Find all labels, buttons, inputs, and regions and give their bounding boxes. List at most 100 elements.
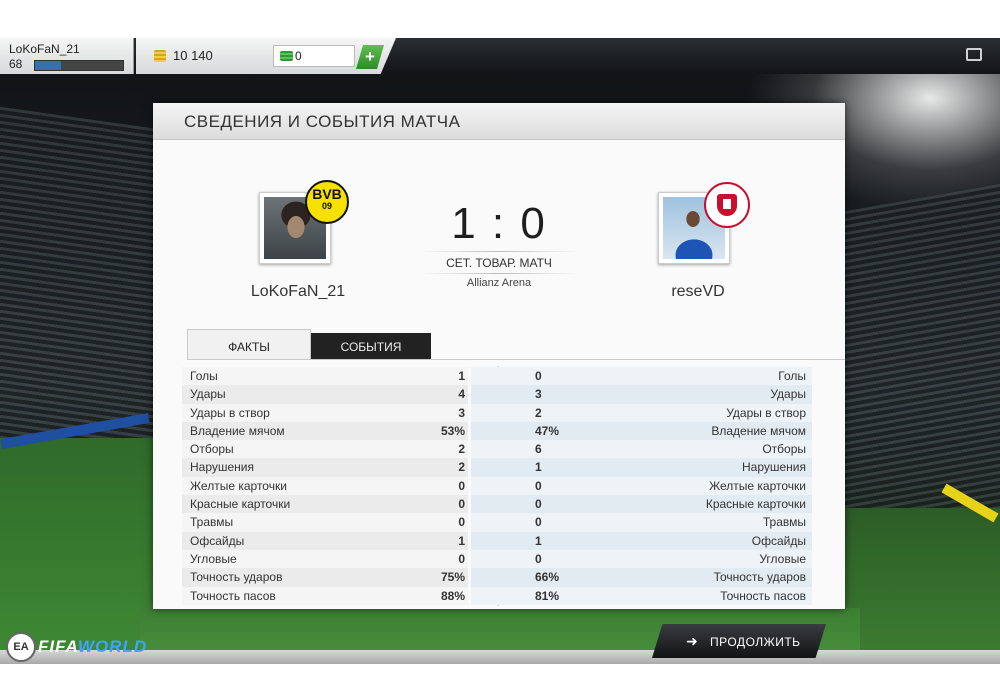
stat-label-away: Отборы [762,442,806,457]
stat-label-away: Точность пасов [720,588,806,603]
stat-label-away: Владение мячом [711,423,806,438]
divider [421,273,577,274]
stat-value-away: 66% [535,570,560,585]
fifa-world-logo: FIFAWORLD [38,637,147,657]
match-facts-panel: СВЕДЕНИЯ И СОБЫТИЯ МАТЧА BVB 09 LoKoFaN_2… [153,103,845,609]
player-info[interactable]: LoKoFaN_21 68 [0,38,134,74]
stat-value-away: 1 [535,533,542,548]
stat-label-away: Офсайды [751,533,806,548]
stat-value-away: 0 [535,515,542,530]
window-icon[interactable] [966,48,982,61]
stat-value-home: 88% [440,588,465,603]
stat-value-away: 0 [535,497,542,512]
ea-sports-logo: EA [6,632,36,662]
stat-label-away: Травмы [762,515,806,530]
bottom-ribbon [0,650,1000,664]
continue-label: ПРОДОЛЖИТЬ [710,635,801,649]
home-player-name: LoKoFaN_21 [250,283,346,300]
stats-row-away-bg [471,367,812,386]
stat-value-home: 53% [440,423,465,438]
stat-label-home: Голы [190,369,218,383]
points-field: 0 [273,45,355,67]
xp-progress-fill [35,61,62,70]
coins-icon [154,50,166,62]
stat-value-away: 0 [535,551,542,566]
match-stats-table: Голы 1 0 Голы Удары 4 3 Удары Удары в створ 3 2 Уда… [182,367,812,605]
stat-value-away: 6 [535,442,542,457]
stat-value-home: 1 [458,533,465,548]
stats-row: Желтые карточки 0 0 Желтые карточки [182,476,812,496]
xp-progress-bar [34,60,124,71]
stats-row: Владение мячом 53% 47% Владение мячом [182,421,812,441]
stats-row: Голы 1 0 Голы [182,367,812,386]
coins-value: 10 140 [173,48,213,63]
stats-row: Удары 4 3 Удары [182,385,812,404]
divider [421,251,577,252]
brand-fifa: FIFA [38,637,78,656]
pitch-right [840,508,1000,664]
tab-events[interactable]: СОБЫТИЯ [311,333,431,359]
match-type: СЕТ. ТОВАР. МАТЧ [446,256,552,270]
stat-value-home: 4 [458,387,465,402]
match-score: 1 : 0 [451,199,547,248]
stat-label-home: Отборы [190,442,234,457]
points-value: 0 [295,49,302,63]
stats-row: Точность пасов 88% 81% Точность пасов [182,586,812,605]
points-icon [280,51,293,61]
stat-label-home: Красные карточки [190,497,291,512]
stat-label-away: Голы [778,369,806,383]
stat-label-away: Удары [770,387,806,402]
stat-label-home: Травмы [190,515,234,530]
stat-value-away: 0 [535,369,542,383]
stat-value-home: 2 [458,460,465,475]
stat-value-away: 0 [535,478,542,493]
stats-row-away-bg [471,440,812,459]
stat-label-home: Точность пасов [190,588,276,603]
stat-label-away: Угловые [759,551,806,566]
stats-row: Офсайды 1 1 Офсайды [182,531,812,550]
stat-label-away: Нарушения [741,460,806,475]
stats-row: Травмы 0 0 Травмы [182,513,812,532]
stat-value-away: 47% [535,423,560,438]
stat-value-away: 1 [535,460,542,475]
stats-row: Нарушения 2 1 Нарушения [182,458,812,477]
away-player-name: reseVD [671,283,725,300]
continue-button[interactable]: ➜ ПРОДОЛЖИТЬ [652,624,826,658]
stat-label-home: Нарушения [190,460,255,475]
panel-title: СВЕДЕНИЯ И СОБЫТИЯ МАТЧА [184,112,461,131]
stat-label-home: Удары [190,387,226,402]
stats-row: Угловые 0 0 Угловые [182,549,812,569]
stat-value-home: 0 [458,497,465,512]
stat-label-home: Удары в створ [190,405,270,420]
arrow-right-icon: ➜ [686,633,699,649]
player-level: 68 [9,57,23,71]
stat-value-away: 81% [535,588,560,603]
stat-value-away: 3 [535,387,542,402]
stats-row-away-bg [471,513,812,532]
player-name: LoKoFaN_21 [9,42,80,56]
stat-label-home: Угловые [190,551,237,566]
stat-value-home: 0 [458,478,465,493]
stat-value-away: 2 [535,405,542,420]
stat-label-home: Желтые карточки [190,478,287,493]
tabs-divider [187,359,845,360]
coins-display: 10 140 [136,38,268,74]
stat-label-home: Точность ударов [190,570,283,585]
tab-facts[interactable]: ФАКТЫ [187,329,311,360]
stats-row: Красные карточки 0 0 Красные карточки [182,495,812,514]
brand-world: WORLD [77,637,148,656]
stat-value-home: 0 [458,551,465,566]
stats-row: Отборы 2 6 Отборы [182,440,812,459]
panel-header: СВЕДЕНИЯ И СОБЫТИЯ МАТЧА [153,103,845,140]
stat-value-home: 3 [458,405,465,420]
away-club-badge-icon [704,182,750,228]
stat-label-away: Удары в створ [726,405,806,420]
stat-label-away: Желтые карточки [709,478,806,493]
stats-row-away-bg [471,385,812,404]
pitch-left [0,438,160,664]
stat-value-home: 1 [458,369,465,383]
stats-row: Точность ударов 75% 66% Точность ударов [182,568,812,587]
stadium-name: Allianz Arena [466,277,532,289]
stat-value-home: 0 [458,515,465,530]
stat-label-home: Владение мячом [190,423,285,438]
